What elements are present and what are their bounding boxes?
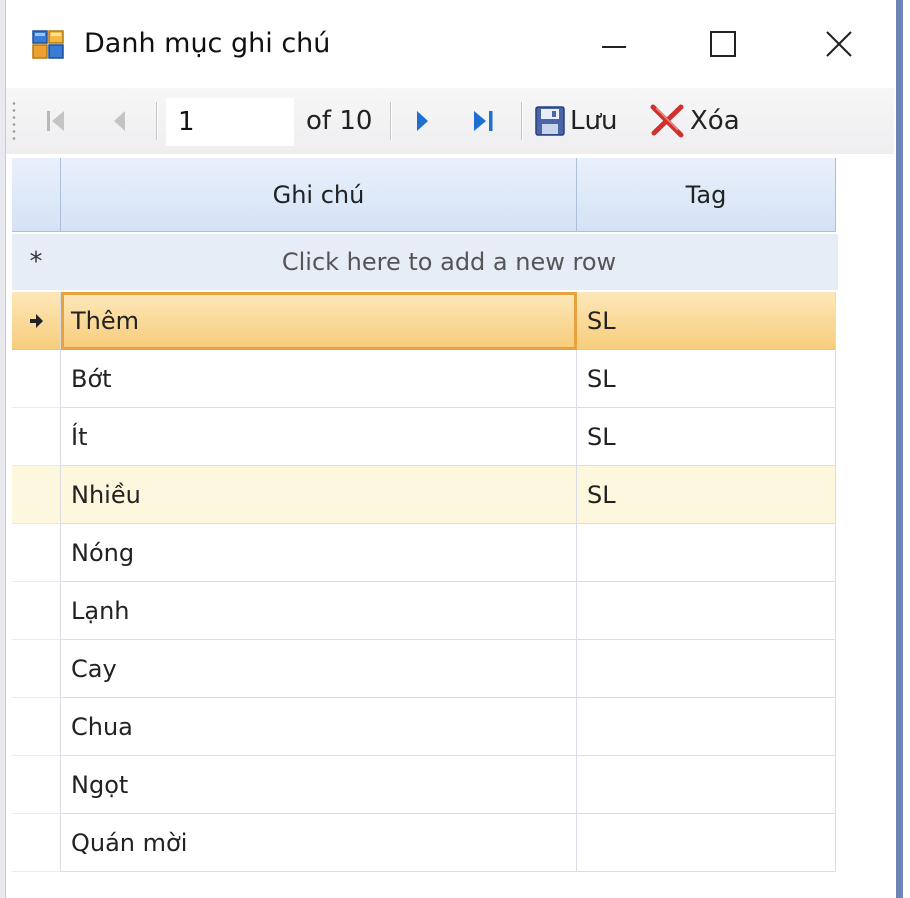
cell-ghi-chu[interactable]: Bớt: [61, 350, 577, 408]
save-button[interactable]: Lưu: [534, 96, 617, 146]
table-row[interactable]: Cay: [12, 640, 838, 698]
cell-ghi-chu[interactable]: Quán mời: [61, 814, 577, 872]
new-row-indicator: *: [29, 247, 43, 277]
toolbar-separator: [390, 102, 391, 140]
window-right-border: [894, 0, 910, 898]
cell-ghi-chu[interactable]: Cay: [61, 640, 577, 698]
delete-icon: [650, 104, 684, 138]
row-indicator: [12, 814, 61, 872]
last-record-icon: [474, 111, 493, 131]
row-header-corner: [12, 158, 61, 232]
next-record-icon: [417, 111, 428, 131]
table-row[interactable]: Nhiều SL: [12, 466, 838, 524]
minimize-icon: [602, 46, 626, 48]
form-window: Danh mục ghi chú of 10: [0, 0, 910, 898]
table-row[interactable]: Thêm SL: [12, 292, 838, 350]
toolbar-grip[interactable]: [12, 100, 16, 142]
save-icon: [535, 106, 565, 136]
cell-ghi-chu[interactable]: Lạnh: [61, 582, 577, 640]
cell-ghi-chu[interactable]: Ít: [61, 408, 577, 466]
move-next-button[interactable]: [402, 100, 442, 142]
position-input[interactable]: [166, 98, 294, 146]
new-row-prompt[interactable]: Click here to add a new row: [60, 234, 838, 290]
cell-ghi-chu[interactable]: Ngọt: [61, 756, 577, 814]
row-indicator: [12, 756, 61, 814]
cell-tag[interactable]: SL: [577, 466, 836, 524]
cell-tag[interactable]: [577, 756, 836, 814]
cell-tag[interactable]: [577, 582, 836, 640]
row-indicator: [12, 524, 61, 582]
cell-tag[interactable]: SL: [577, 408, 836, 466]
table-row[interactable]: Ngọt: [12, 756, 838, 814]
delete-button[interactable]: Xóa: [648, 96, 740, 146]
save-label: Lưu: [570, 106, 618, 136]
cell-tag[interactable]: [577, 640, 836, 698]
record-count-label: of 10: [306, 106, 373, 136]
new-row[interactable]: * Click here to add a new row: [12, 234, 838, 290]
row-indicator: [12, 640, 61, 698]
app-form-icon: [32, 28, 66, 62]
column-header-ghi-chu[interactable]: Ghi chú: [61, 158, 577, 232]
row-indicator: [12, 350, 61, 408]
cell-tag[interactable]: [577, 698, 836, 756]
toolbar-separator: [521, 102, 522, 140]
delete-label: Xóa: [690, 106, 740, 136]
table-row[interactable]: Bớt SL: [12, 350, 838, 408]
table-row[interactable]: Lạnh: [12, 582, 838, 640]
cell-ghi-chu[interactable]: Nóng: [61, 524, 577, 582]
row-indicator: [12, 466, 61, 524]
move-first-button[interactable]: [36, 100, 76, 142]
cell-ghi-chu[interactable]: Thêm: [61, 292, 577, 350]
title-bar[interactable]: Danh mục ghi chú: [6, 0, 894, 88]
table-row[interactable]: Nóng: [12, 524, 838, 582]
close-icon: [826, 31, 852, 57]
close-button[interactable]: [804, 16, 874, 72]
notes-grid[interactable]: Ghi chú Tag * Click here to add a new ro…: [12, 158, 838, 878]
cell-ghi-chu[interactable]: Nhiều: [61, 466, 577, 524]
first-record-icon: [47, 111, 64, 131]
row-indicator: [12, 698, 61, 756]
cell-ghi-chu[interactable]: Chua: [61, 698, 577, 756]
table-row[interactable]: Quán mời: [12, 814, 838, 872]
binding-navigator: of 10 Lưu: [6, 88, 894, 154]
table-row[interactable]: Chua: [12, 698, 838, 756]
previous-record-icon: [114, 111, 125, 131]
toolbar-separator: [156, 102, 157, 140]
arrow-right-icon: [30, 313, 43, 328]
move-last-button[interactable]: [462, 100, 506, 142]
cell-tag[interactable]: SL: [577, 292, 836, 350]
row-indicator: [12, 408, 61, 466]
maximize-button[interactable]: [688, 16, 758, 72]
row-indicator: [12, 582, 61, 640]
cell-tag[interactable]: SL: [577, 350, 836, 408]
maximize-icon: [710, 31, 736, 57]
column-header-tag[interactable]: Tag: [577, 158, 836, 232]
cell-tag[interactable]: [577, 524, 836, 582]
minimize-button[interactable]: [579, 16, 649, 72]
move-previous-button[interactable]: [100, 100, 140, 142]
window-title: Danh mục ghi chú: [84, 28, 331, 59]
cell-tag[interactable]: [577, 814, 836, 872]
row-indicator: [12, 292, 61, 350]
table-row[interactable]: Ít SL: [12, 408, 838, 466]
